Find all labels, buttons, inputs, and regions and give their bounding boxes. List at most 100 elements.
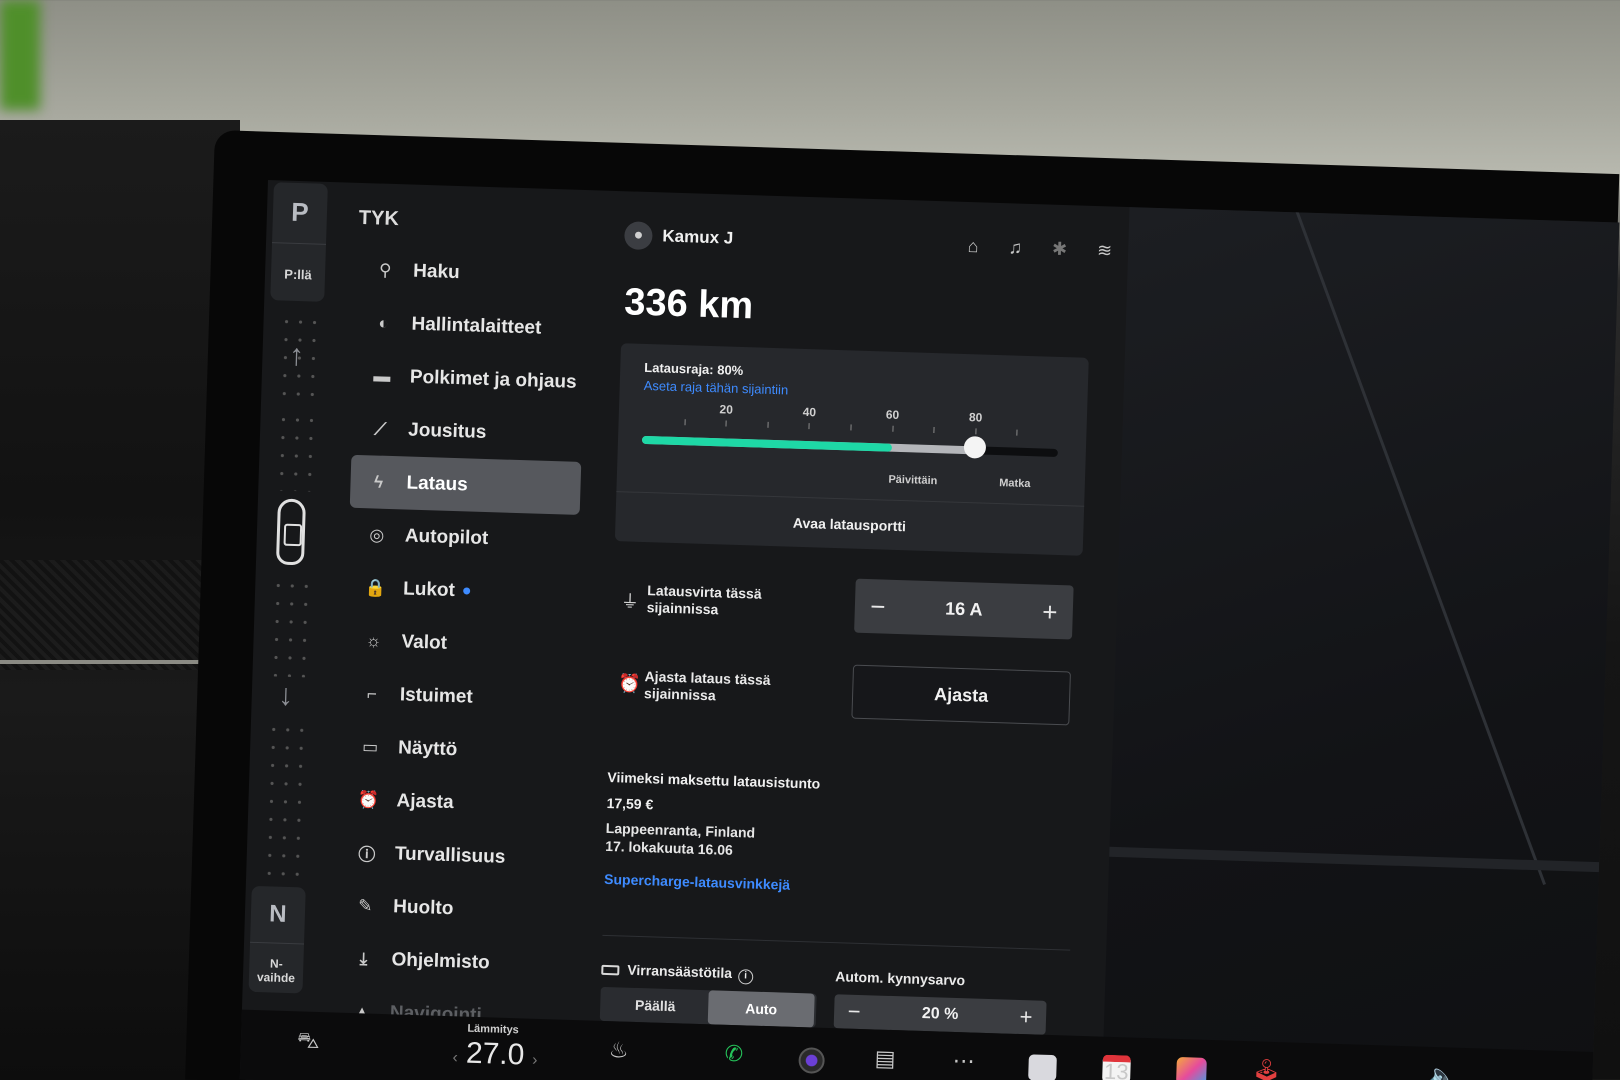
phone-icon[interactable]: ✆ [724, 1041, 743, 1068]
climate-mode-label: Lämmitys [467, 1022, 519, 1037]
energy-saving-auto-option[interactable]: Auto [707, 990, 815, 1028]
wifi-icon[interactable]: ≋ [1097, 240, 1113, 261]
sidebar-item-näyttö[interactable]: ▭ Näyttö [341, 720, 573, 780]
charge-limit-card: Latausraja: 80% Aseta raja tähän sijaint… [614, 343, 1089, 556]
display-icon: ▭ [361, 736, 379, 757]
sidebar-item-lukot[interactable]: 🔒 Lukot [346, 561, 578, 621]
notification-dot [462, 587, 471, 595]
charge-limit-handle[interactable] [963, 435, 987, 459]
temperature-control[interactable]: ‹ 27.0 › [444, 1036, 546, 1073]
wrench-icon: ✎ [357, 895, 373, 916]
user-profile[interactable]: ● Kamux J [624, 221, 734, 252]
camera-icon[interactable] [798, 1047, 826, 1074]
tick-label: 60 [885, 407, 900, 422]
arrow-up-icon[interactable]: ↑ [282, 339, 311, 374]
sidebar-item-istuimet[interactable]: ⌐ Istuimet [343, 667, 575, 727]
temp-up-icon[interactable]: › [532, 1052, 538, 1069]
sidebar-item-label: Autopilot [404, 524, 489, 549]
calendar-icon[interactable]: 13 [1102, 1054, 1131, 1080]
more-icon[interactable]: ⋯ [952, 1048, 975, 1075]
car-top-view-icon [275, 498, 306, 566]
safety-icon: ⓘ [358, 845, 376, 865]
home-icon[interactable]: ⌂ [967, 236, 978, 257]
temperature-value: 27.0 [465, 1036, 525, 1072]
last-session-location: Lappeenranta, Finland 17. lokakuuta 16.0… [605, 819, 1074, 870]
decrease-current-button[interactable]: − [854, 579, 902, 634]
sidebar-item-ajasta[interactable]: ⏰ Ajasta [340, 773, 572, 833]
bell-icon[interactable]: ♫ [1008, 237, 1022, 258]
slider-tick [684, 419, 686, 426]
sidebar-item-valot[interactable]: ☼ Valot [345, 614, 577, 674]
sidebar-item-hallintalaitteet[interactable]: ◐ Hallintalaitteet [355, 296, 587, 356]
map-road [1280, 180, 1546, 886]
user-avatar-icon: ● [624, 221, 653, 251]
sidebar-item-label: Jousitus [407, 419, 487, 443]
light-icon: ☼ [365, 630, 382, 651]
slider-tick [850, 424, 852, 431]
car-icon[interactable]: ⛍ [296, 1027, 320, 1057]
energy-saving-label: Virransäästötila i [601, 961, 754, 985]
sidebar-item-label: Lataus [406, 472, 469, 495]
suspension-icon: ⟋ [373, 418, 387, 439]
increase-threshold-button[interactable]: + [1006, 1000, 1047, 1035]
park-button[interactable]: P P:llä [270, 182, 328, 302]
toggle-icon: ◐ [378, 313, 390, 333]
slider-tick [725, 420, 727, 427]
park-label: P:llä [284, 266, 313, 283]
lightning-icon: ϟ [373, 471, 384, 492]
settings-sidebar: TYK ⚲ Haku ◐ Hallintalaitteet ▬ Polkimet ja o… [334, 183, 596, 1026]
sidebar-item-haku[interactable]: ⚲ Haku [356, 243, 588, 303]
games-icon[interactable] [1176, 1056, 1207, 1080]
schedule-button[interactable]: Ajasta [851, 664, 1071, 726]
last-paid-session: Viimeksi maksettu latausistunto 17,59 € … [604, 769, 1075, 902]
neutral-divider [250, 941, 305, 945]
user-name: Kamux J [662, 226, 734, 248]
media-icon[interactable]: ▤ [874, 1045, 896, 1072]
battery-icon [601, 964, 620, 976]
neutral-letter: N [268, 900, 288, 928]
tick-label: 20 [719, 402, 734, 417]
daily-label[interactable]: Päivittäin [888, 474, 937, 488]
sidebar-item-polkimet-ja-ohjaus[interactable]: ▬ Polkimet ja ohjaus [353, 349, 585, 409]
threshold-value: 20 % [921, 1004, 959, 1024]
notes-icon[interactable] [1028, 1054, 1057, 1080]
gear-dots-bottom [262, 720, 308, 882]
section-divider [602, 934, 1071, 951]
plug-icon: ⏚ [620, 591, 640, 612]
range-estimate: 336 km [623, 281, 754, 328]
steering-wheel-icon: ◎ [369, 524, 385, 545]
volume-icon[interactable]: 🔈 [1428, 1063, 1456, 1080]
trip-label[interactable]: Matka [999, 477, 1031, 490]
map-view[interactable] [1101, 180, 1620, 1080]
decrease-threshold-button[interactable]: − [834, 994, 875, 1029]
neutral-button[interactable]: N N-vaihde [248, 885, 306, 994]
neutral-label: N-vaihde [256, 956, 296, 986]
joystick-icon[interactable]: 🕹 [1252, 1057, 1281, 1080]
sidebar-item-huolto[interactable]: ✎ Huolto [336, 879, 568, 939]
slider-tick [808, 423, 811, 430]
energy-saving-on-option[interactable]: Päällä [602, 987, 709, 1024]
tick-label: 80 [968, 410, 983, 425]
temp-down-icon[interactable]: ‹ [452, 1049, 458, 1066]
bluetooth-icon[interactable]: ✱ [1052, 239, 1068, 260]
slider-tick [1016, 429, 1018, 436]
info-icon[interactable]: i [737, 969, 754, 985]
sidebar-item-label: Turvallisuus [394, 842, 506, 868]
carbon-trim [0, 560, 230, 670]
supercharge-tips-link[interactable]: Supercharge-latausvinkkejä [604, 871, 1072, 902]
slider-tick [975, 428, 977, 435]
sidebar-title: TYK [358, 206, 400, 231]
set-limit-location-link[interactable]: Aseta raja tähän sijaintiin [643, 378, 788, 398]
seat-icon: ⌐ [366, 683, 378, 704]
sidebar-item-turvallisuus[interactable]: ⓘ Turvallisuus [338, 826, 570, 886]
seat-heater-icon[interactable]: ♨ [608, 1037, 629, 1064]
sidebar-item-autopilot[interactable]: ◎ Autopilot [348, 508, 580, 568]
last-session-title: Viimeksi maksettu latausistunto [607, 768, 821, 792]
sidebar-item-label: Huolto [392, 895, 454, 919]
sidebar-item-ohjelmisto[interactable]: ⤓ Ohjelmisto [335, 932, 567, 992]
arrow-down-icon[interactable]: ↓ [271, 678, 300, 713]
open-charge-port-button[interactable]: Avaa latausportti [615, 509, 1083, 540]
increase-current-button[interactable]: + [1026, 584, 1074, 639]
sidebar-item-jousitus[interactable]: ⟋ Jousitus [351, 402, 583, 462]
sidebar-item-lataus[interactable]: ϟ Lataus [349, 454, 582, 515]
